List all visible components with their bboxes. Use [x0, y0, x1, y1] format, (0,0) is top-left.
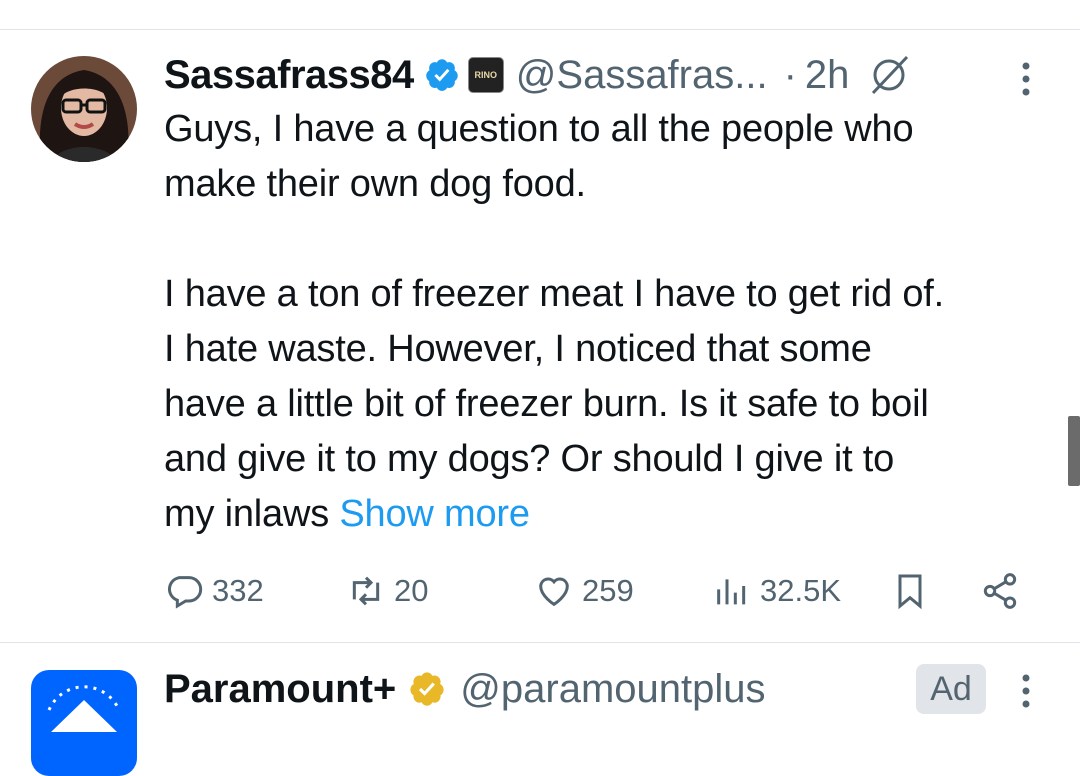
tweet-body: Guys, I have a question to all the peopl… — [164, 108, 945, 535]
ad-badge: Ad — [916, 664, 986, 714]
tweet-time[interactable]: 2h — [805, 53, 850, 98]
repost-count: 20 — [394, 573, 429, 608]
avatar[interactable] — [31, 56, 137, 162]
user-handle[interactable]: @Sassafras... — [516, 53, 768, 98]
views-count: 32.5K — [760, 573, 842, 608]
views-button[interactable]: 32.5K — [712, 565, 841, 617]
ad-header: Paramount+ @paramountplus — [164, 662, 766, 716]
tweet-header: Sassafrass84 RINO @Sassafras... · 2h — [164, 50, 911, 100]
like-count: 259 — [582, 573, 634, 608]
affiliation-badge-text: RINO — [474, 70, 498, 80]
affiliation-badge-icon[interactable]: RINO — [467, 57, 504, 93]
top-divider — [0, 29, 1080, 30]
share-icon — [983, 573, 1017, 609]
reply-count: 332 — [212, 573, 264, 608]
tweet-text: Guys, I have a question to all the peopl… — [164, 102, 1054, 542]
ad-handle[interactable]: @paramountplus — [460, 667, 765, 712]
scrollbar-thumb[interactable] — [1068, 416, 1080, 486]
share-button[interactable] — [980, 565, 1028, 617]
repost-icon — [352, 576, 380, 606]
grok-icon[interactable] — [867, 53, 911, 97]
tweet-actions: 332 20 259 32.5K — [164, 565, 1044, 617]
like-button[interactable]: 259 — [534, 565, 634, 617]
display-name[interactable]: Sassafrass84 — [164, 53, 414, 98]
separator-dot: · — [783, 52, 797, 97]
reply-icon — [167, 576, 203, 609]
verified-badge-icon[interactable] — [424, 57, 460, 93]
tweet-divider — [0, 642, 1080, 643]
bookmark-icon — [898, 574, 922, 610]
like-icon — [539, 577, 569, 607]
gold-verified-badge-icon[interactable] — [408, 670, 446, 708]
more-icon[interactable] — [1016, 60, 1036, 98]
show-more-link[interactable]: Show more — [339, 493, 530, 535]
reply-button[interactable]: 332 — [164, 565, 264, 617]
views-icon — [717, 579, 746, 605]
bookmark-button[interactable] — [890, 565, 938, 617]
repost-button[interactable]: 20 — [346, 565, 428, 617]
ad-display-name[interactable]: Paramount+ — [164, 667, 396, 712]
ad-more-icon[interactable] — [1016, 672, 1036, 710]
ad-avatar[interactable] — [31, 670, 137, 776]
